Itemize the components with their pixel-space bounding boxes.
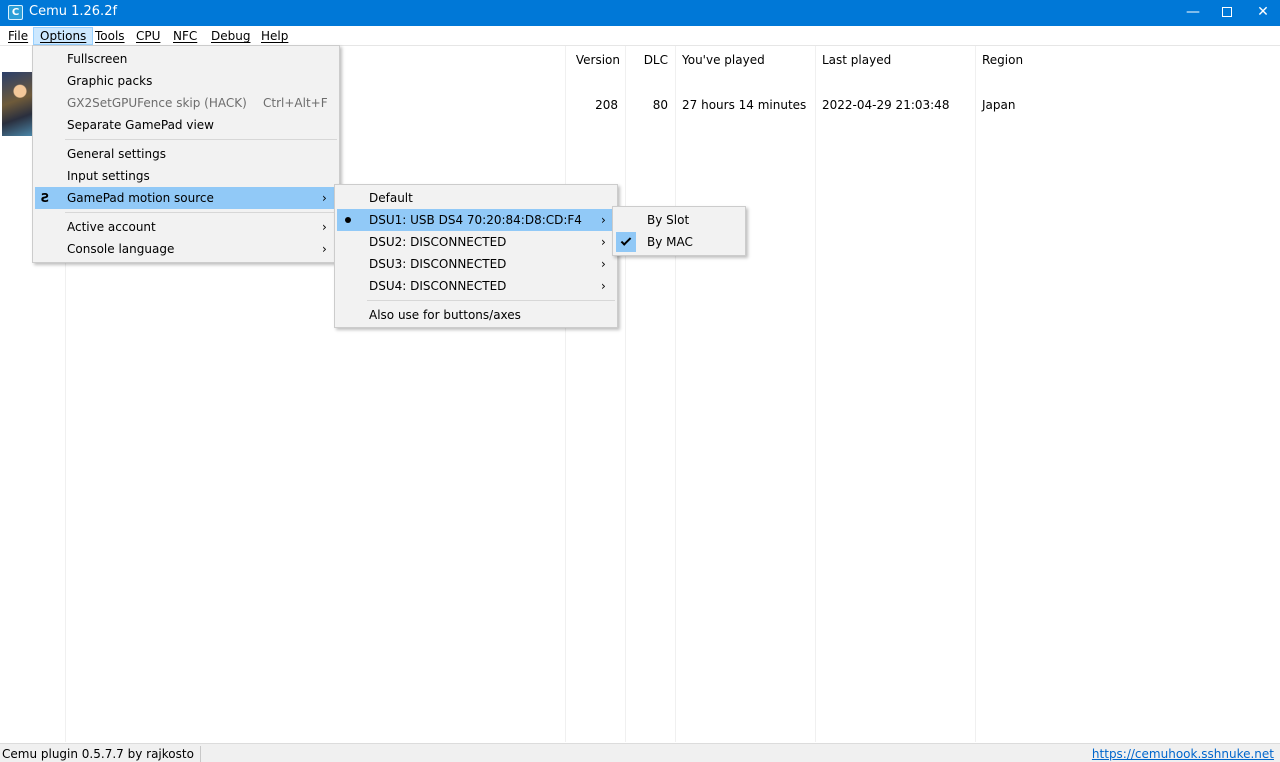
menu-item-label: Fullscreen — [67, 52, 128, 66]
menu-item-label: GX2SetGPUFence skip (HACK) — [67, 96, 247, 110]
menu-nfc[interactable]: NFC — [167, 27, 203, 45]
column-header-region[interactable]: Region — [982, 53, 1023, 67]
column-header-played[interactable]: You've played — [682, 53, 765, 67]
menu-item-console-language[interactable]: Console language › — [35, 238, 337, 260]
menu-item-gpu-fence-skip[interactable]: GX2SetGPUFence skip (HACK) Ctrl+Alt+F — [35, 92, 337, 114]
menu-cpu-label: CPU — [136, 29, 161, 43]
submenu-arrow-icon: › — [322, 242, 327, 256]
menu-debug[interactable]: Debug — [205, 27, 256, 45]
menu-item-label: DSU3: DISCONNECTED — [369, 257, 507, 271]
game-version: 208 — [595, 98, 618, 112]
menu-item-label: DSU2: DISCONNECTED — [369, 235, 507, 249]
game-region: Japan — [982, 98, 1016, 112]
menu-help-label: Help — [261, 29, 289, 43]
dsu1-submenu: By Slot By MAC — [612, 206, 746, 256]
menu-item-also-use-buttons[interactable]: Also use for buttons/axes — [337, 304, 615, 326]
menu-item-dsu2[interactable]: DSU2: DISCONNECTED › — [337, 231, 615, 253]
menu-options-label: Options — [40, 29, 87, 43]
game-icon[interactable] — [2, 72, 32, 136]
menu-item-label: GamePad motion source — [67, 191, 214, 205]
menu-file[interactable]: File — [2, 27, 34, 45]
close-button[interactable]: ✕ — [1245, 0, 1280, 26]
column-header-last-played[interactable]: Last played — [822, 53, 891, 67]
window-title: Cemu 1.26.2f — [29, 4, 118, 19]
menu-item-label: Graphic packs — [67, 74, 153, 88]
column-separator — [565, 46, 566, 742]
motion-source-icon: Ƨ — [41, 191, 50, 205]
menu-item-graphic-packs[interactable]: Graphic packs — [35, 70, 337, 92]
menu-item-label: Console language — [67, 242, 175, 256]
menu-item-label: Separate GamePad view — [67, 118, 214, 132]
game-time-played: 27 hours 14 minutes — [682, 98, 807, 112]
game-last-played: 2022-04-29 21:03:48 — [822, 98, 950, 112]
menu-item-label: Default — [369, 191, 413, 205]
submenu-arrow-icon: › — [322, 191, 327, 205]
menu-bar: File Options Tools CPU NFC Debug Help — [0, 26, 1280, 46]
menu-item-dsu3[interactable]: DSU3: DISCONNECTED › — [337, 253, 615, 275]
column-separator — [975, 46, 976, 742]
menu-help[interactable]: Help — [255, 27, 294, 45]
menu-item-shortcut: Ctrl+Alt+F — [263, 96, 328, 110]
column-separator — [625, 46, 626, 742]
menu-item-label: Active account — [67, 220, 156, 234]
column-separator — [675, 46, 676, 742]
submenu-arrow-icon: › — [601, 213, 606, 227]
menu-item-general-settings[interactable]: General settings — [35, 143, 337, 165]
game-dlc: 80 — [652, 98, 668, 112]
menu-item-label: By MAC — [647, 235, 693, 249]
menu-item-label: DSU4: DISCONNECTED — [369, 279, 507, 293]
menu-separator — [65, 212, 337, 213]
menu-item-label: By Slot — [647, 213, 690, 227]
minimize-icon: — — [1186, 4, 1200, 20]
menu-tools[interactable]: Tools — [89, 27, 131, 45]
maximize-button[interactable] — [1209, 0, 1245, 26]
menu-item-by-mac[interactable]: By MAC — [615, 231, 743, 253]
close-icon: ✕ — [1257, 4, 1269, 20]
menu-cpu[interactable]: CPU — [130, 27, 166, 45]
menu-item-by-slot[interactable]: By Slot — [615, 209, 743, 231]
status-link[interactable]: https://cemuhook.sshnuke.net — [1092, 746, 1274, 762]
status-bar: Cemu plugin 0.5.7.7 by rajkosto https://… — [0, 743, 1280, 762]
menu-separator — [367, 300, 615, 301]
selected-bullet-icon — [345, 217, 351, 223]
menu-item-default[interactable]: Default — [337, 187, 615, 209]
submenu-arrow-icon: › — [322, 220, 327, 234]
menu-nfc-label: NFC — [173, 29, 198, 43]
menu-tools-label: Tools — [95, 29, 125, 43]
submenu-arrow-icon: › — [601, 279, 606, 293]
menu-options[interactable]: Options — [33, 27, 94, 45]
menu-separator — [65, 139, 337, 140]
column-header-dlc[interactable]: DLC — [626, 53, 668, 67]
menu-item-label: Input settings — [67, 169, 150, 183]
title-bar: C Cemu 1.26.2f — ✕ — [0, 0, 1280, 26]
motion-source-submenu: Default DSU1: USB DS4 70:20:84:D8:CD:F4 … — [334, 184, 618, 328]
menu-item-dsu4[interactable]: DSU4: DISCONNECTED › — [337, 275, 615, 297]
column-separator — [815, 46, 816, 742]
menu-item-label: DSU1: USB DS4 70:20:84:D8:CD:F4 — [369, 213, 582, 227]
menu-item-fullscreen[interactable]: Fullscreen — [35, 48, 337, 70]
menu-item-label: General settings — [67, 147, 166, 161]
maximize-icon — [1222, 7, 1232, 17]
menu-item-active-account[interactable]: Active account › — [35, 216, 337, 238]
column-header-version[interactable]: Version — [566, 53, 620, 67]
cemu-app-icon: C — [8, 5, 23, 20]
minimize-button[interactable]: — — [1175, 0, 1211, 26]
menu-item-input-settings[interactable]: Input settings — [35, 165, 337, 187]
submenu-arrow-icon: › — [601, 257, 606, 271]
menu-file-label: File — [8, 29, 29, 43]
menu-debug-label: Debug — [211, 29, 251, 43]
menu-item-gamepad-motion-source[interactable]: Ƨ GamePad motion source › — [35, 187, 337, 209]
menu-item-label: Also use for buttons/axes — [369, 308, 521, 322]
menu-item-dsu1[interactable]: DSU1: USB DS4 70:20:84:D8:CD:F4 › — [337, 209, 615, 231]
options-menu: Fullscreen Graphic packs GX2SetGPUFence … — [32, 45, 340, 263]
submenu-arrow-icon: › — [601, 235, 606, 249]
menu-item-separate-gamepad-view[interactable]: Separate GamePad view — [35, 114, 337, 136]
status-plugin-text: Cemu plugin 0.5.7.7 by rajkosto — [2, 746, 201, 762]
